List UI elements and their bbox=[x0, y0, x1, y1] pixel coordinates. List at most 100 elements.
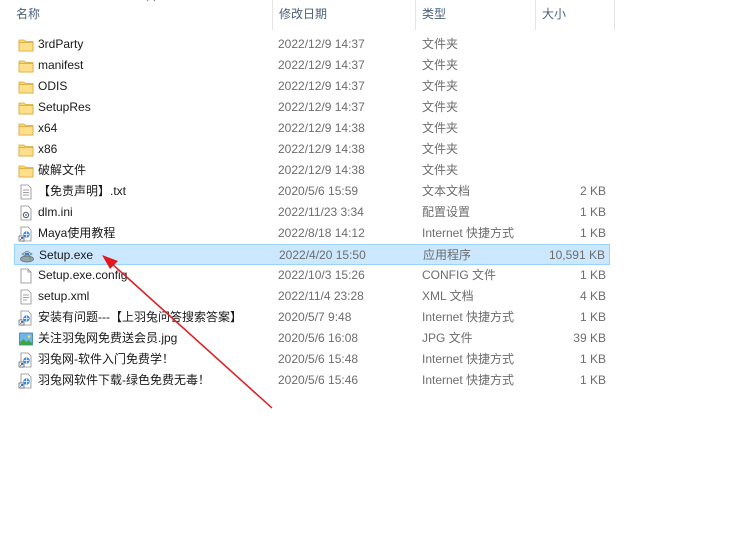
file-row[interactable]: 关注羽兔网免费送会员.jpg 2020/5/6 16:08 JPG 文件 39 KB bbox=[14, 328, 610, 349]
file-size: 4 KB bbox=[579, 289, 606, 303]
file-row[interactable]: 3rdParty 2022/12/9 14:37 文件夹 bbox=[14, 34, 610, 55]
file-row[interactable]: 破解文件 2022/12/9 14:38 文件夹 bbox=[14, 160, 610, 181]
installer-icon bbox=[19, 248, 35, 264]
file-name: Setup.exe bbox=[39, 248, 94, 262]
column-header-type-label: 类型 bbox=[422, 7, 447, 21]
internet-shortcut-icon bbox=[18, 226, 34, 242]
file-date: 2022/12/9 14:38 bbox=[278, 142, 365, 156]
file-row[interactable]: SetupRes 2022/12/9 14:37 文件夹 bbox=[14, 97, 610, 118]
internet-shortcut-icon bbox=[18, 352, 34, 368]
file-type: 配置设置 bbox=[422, 205, 471, 219]
file-type: 文件夹 bbox=[422, 79, 459, 93]
file-type: 文件夹 bbox=[422, 142, 459, 156]
folder-icon bbox=[18, 58, 34, 74]
file-type: 文件夹 bbox=[422, 58, 459, 72]
file-date: 2022/12/9 14:37 bbox=[278, 79, 365, 93]
folder-icon bbox=[18, 142, 34, 158]
sort-ascending-icon bbox=[146, 0, 156, 2]
folder-icon bbox=[18, 79, 34, 95]
column-header-date-label: 修改日期 bbox=[279, 7, 328, 21]
file-type: 文件夹 bbox=[422, 121, 459, 135]
file-row[interactable]: x86 2022/12/9 14:38 文件夹 bbox=[14, 139, 610, 160]
file-date: 2020/5/7 9:48 bbox=[278, 310, 352, 324]
file-date: 2022/4/20 15:50 bbox=[279, 248, 366, 262]
file-type: Internet 快捷方式 bbox=[422, 310, 515, 324]
file-size: 1 KB bbox=[579, 268, 606, 282]
internet-shortcut-icon bbox=[18, 373, 34, 389]
file-type: Internet 快捷方式 bbox=[422, 373, 515, 387]
file-type: Internet 快捷方式 bbox=[422, 352, 515, 366]
file-name: Maya使用教程 bbox=[38, 226, 116, 240]
file-date: 2022/8/18 14:12 bbox=[278, 226, 365, 240]
file-date: 2022/12/9 14:38 bbox=[278, 121, 365, 135]
blank-file-icon bbox=[18, 268, 34, 284]
file-name: 安装有问题---【上羽兔问答搜索答案】 bbox=[38, 310, 242, 324]
file-size: 1 KB bbox=[579, 373, 606, 387]
file-date: 2022/12/9 14:37 bbox=[278, 37, 365, 51]
file-row[interactable]: Maya使用教程 2022/8/18 14:12 Internet 快捷方式 1 KB bbox=[14, 223, 610, 244]
folder-icon bbox=[18, 163, 34, 179]
file-date: 2020/5/6 16:08 bbox=[278, 331, 359, 345]
file-date: 2022/11/4 23:28 bbox=[278, 289, 364, 303]
file-name: 关注羽兔网免费送会员.jpg bbox=[38, 331, 178, 345]
file-date: 2020/5/6 15:59 bbox=[278, 184, 359, 198]
file-date: 2022/12/9 14:37 bbox=[278, 58, 365, 72]
file-date: 2022/11/23 3:34 bbox=[278, 205, 364, 219]
file-name: 3rdParty bbox=[38, 37, 84, 51]
file-name: ODIS bbox=[38, 79, 68, 93]
file-row[interactable]: x64 2022/12/9 14:38 文件夹 bbox=[14, 118, 610, 139]
file-type: 应用程序 bbox=[423, 248, 472, 262]
file-type: 文件夹 bbox=[422, 100, 459, 114]
column-header-bar: 名称 修改日期 类型 大小 bbox=[0, 0, 738, 30]
file-date: 2022/12/9 14:38 bbox=[278, 163, 365, 177]
file-date: 2022/12/9 14:37 bbox=[278, 100, 365, 114]
file-explorer: 名称 修改日期 类型 大小 3rdParty 2022/12/9 14:37 文件夹… bbox=[0, 0, 738, 544]
file-row[interactable]: manifest 2022/12/9 14:37 文件夹 bbox=[14, 55, 610, 76]
file-name: SetupRes bbox=[38, 100, 91, 114]
file-name: Setup.exe.config bbox=[38, 268, 128, 282]
file-row[interactable]: ODIS 2022/12/9 14:37 文件夹 bbox=[14, 76, 610, 97]
file-size: 39 KB bbox=[573, 331, 606, 345]
file-size: 1 KB bbox=[579, 310, 606, 324]
column-header-name-label: 名称 bbox=[16, 7, 41, 21]
file-name: dlm.ini bbox=[38, 205, 73, 219]
file-date: 2022/10/3 15:26 bbox=[278, 268, 365, 282]
file-row[interactable]: 羽兔网-软件入门免费学！ 2020/5/6 15:48 Internet 快捷方式 1… bbox=[14, 349, 610, 370]
column-header-size-label: 大小 bbox=[542, 7, 567, 21]
file-size: 1 KB bbox=[579, 226, 606, 240]
file-row[interactable]: Setup.exe 2022/4/20 15:50 应用程序 10,591 KB bbox=[14, 244, 610, 265]
internet-shortcut-icon bbox=[18, 310, 34, 326]
column-header-name[interactable]: 名称 bbox=[10, 0, 272, 30]
file-name: 羽兔网-软件入门免费学！ bbox=[38, 352, 174, 366]
file-date: 2020/5/6 15:46 bbox=[278, 373, 359, 387]
file-row[interactable]: setup.xml 2022/11/4 23:28 XML 文档 4 KB bbox=[14, 286, 610, 307]
settings-file-icon bbox=[18, 205, 34, 221]
column-header-size[interactable]: 大小 bbox=[535, 0, 615, 30]
xml-file-icon bbox=[18, 289, 34, 305]
file-type: Internet 快捷方式 bbox=[422, 226, 515, 240]
file-size: 10,591 KB bbox=[548, 248, 605, 262]
file-size: 1 KB bbox=[579, 352, 606, 366]
file-type: XML 文档 bbox=[422, 289, 474, 303]
file-type: CONFIG 文件 bbox=[422, 268, 496, 282]
file-size: 1 KB bbox=[579, 205, 606, 219]
file-row[interactable]: 羽兔网软件下载-绿色免费无毒！ 2020/5/6 15:46 Internet 快捷… bbox=[14, 370, 610, 391]
text-file-icon bbox=[18, 184, 34, 200]
file-name: setup.xml bbox=[38, 289, 90, 303]
image-file-icon bbox=[18, 331, 34, 347]
file-name: x64 bbox=[38, 121, 58, 135]
file-type: JPG 文件 bbox=[422, 331, 473, 345]
folder-icon bbox=[18, 100, 34, 116]
folder-icon bbox=[18, 121, 34, 137]
file-row[interactable]: 【免责声明】.txt 2020/5/6 15:59 文本文档 2 KB bbox=[14, 181, 610, 202]
column-header-date[interactable]: 修改日期 bbox=[272, 0, 415, 30]
file-type: 文本文档 bbox=[422, 184, 471, 198]
file-row[interactable]: dlm.ini 2022/11/23 3:34 配置设置 1 KB bbox=[14, 202, 610, 223]
file-row[interactable]: Setup.exe.config 2022/10/3 15:26 CONFIG 文件… bbox=[14, 265, 610, 286]
file-name: 羽兔网软件下载-绿色免费无毒！ bbox=[38, 373, 210, 387]
file-type: 文件夹 bbox=[422, 37, 459, 51]
file-row[interactable]: 安装有问题---【上羽兔问答搜索答案】 2020/5/7 9:48 Internet… bbox=[14, 307, 610, 328]
file-date: 2020/5/6 15:48 bbox=[278, 352, 359, 366]
column-header-type[interactable]: 类型 bbox=[415, 0, 535, 30]
file-name: manifest bbox=[38, 58, 84, 72]
